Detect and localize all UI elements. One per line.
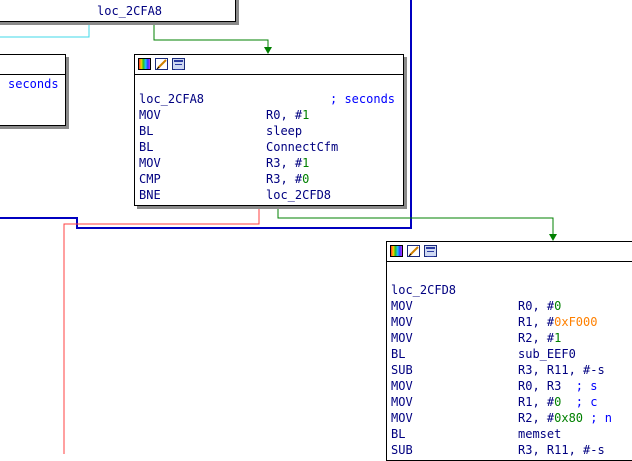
- operands: R3, R11, #-s: [518, 442, 605, 458]
- immediate-value: 0: [554, 299, 562, 313]
- node-header: [0, 55, 65, 75]
- operand-text: memset: [518, 427, 562, 441]
- operands: R1, #0 ; c: [518, 394, 597, 410]
- mnemonic: MOV: [391, 331, 413, 345]
- operand-text: R3, R11, #-s: [518, 363, 605, 377]
- edge-cyan: [0, 23, 90, 38]
- operand-text: R1, #: [518, 315, 555, 329]
- operand-text: R3, #: [266, 156, 303, 170]
- mnemonic: BL: [391, 427, 406, 441]
- mnemonic: MOV: [391, 379, 413, 393]
- node-loc-2cfd8[interactable]: loc_2CFD8 MOV R0, #0 MOV R1, #0xF000 MOV R2, …: [386, 241, 632, 461]
- mnemonic: MOV: [391, 315, 413, 329]
- mnemonic: CMP: [139, 172, 161, 186]
- immediate-value: 1: [554, 331, 562, 345]
- operand-text: R0, #: [266, 108, 303, 122]
- mnemonic: BL: [139, 124, 154, 138]
- edit-icon[interactable]: [407, 245, 420, 257]
- operands: R3, R11, #-s: [518, 362, 605, 378]
- node-loc-2cfa8[interactable]: loc_2CFA8 ; seconds MOV R0, #1 BL sleep BL Co…: [134, 54, 404, 206]
- palette-icon[interactable]: [138, 58, 151, 70]
- operands: sub_EEF0: [518, 346, 576, 362]
- operands: R2, #1: [518, 330, 561, 346]
- graph-icon[interactable]: [424, 245, 437, 257]
- node-left-partial[interactable]: seconds: [0, 54, 66, 126]
- arrow-2cfd8: [549, 234, 557, 241]
- arrow-2cfa8: [264, 47, 272, 54]
- immediate-value: 1: [302, 156, 310, 170]
- operand-comment: ; c: [561, 395, 598, 409]
- operand-text: R3, R11, #-s: [518, 443, 605, 457]
- mnemonic: BNE: [139, 188, 161, 202]
- operands: R0, #1: [266, 107, 309, 123]
- immediate-value: 0: [302, 172, 310, 186]
- operands: ConnectCfm: [266, 139, 338, 155]
- operand-text: loc_2CFD8: [266, 188, 332, 202]
- operands: R0, #0: [518, 298, 561, 314]
- operands: R2, #0x80 ; n: [518, 410, 612, 426]
- operand-comment: ; n: [583, 411, 612, 425]
- node-label: loc_2CFA8: [139, 92, 205, 106]
- operand-text: sleep: [266, 124, 303, 138]
- label-comment: ; seconds: [330, 92, 396, 106]
- operands: R3, #0: [266, 171, 309, 187]
- node-top-partial[interactable]: loc_2CFA8: [0, 0, 236, 22]
- operand-text: R2, #: [518, 331, 555, 345]
- palette-icon[interactable]: [390, 245, 403, 257]
- operand-text: R0, R3: [518, 379, 562, 393]
- immediate-value: 0x80: [554, 411, 584, 425]
- mnemonic: MOV: [139, 156, 161, 170]
- node-label: loc_2CFA8: [97, 4, 163, 18]
- mnemonic: BL: [139, 140, 154, 154]
- operand-text: sub_EEF0: [518, 347, 576, 361]
- operands: R0, R3 ; s: [518, 378, 597, 394]
- mnemonic: MOV: [391, 395, 413, 409]
- operand-comment: ; s: [561, 379, 598, 393]
- operands: loc_2CFD8: [266, 187, 331, 203]
- operands: R3, #1: [266, 155, 309, 171]
- operand-text: ConnectCfm: [266, 140, 339, 154]
- mnemonic: BL: [391, 347, 406, 361]
- hex-immediate: 0xF000: [554, 315, 598, 329]
- node-label: loc_2CFD8: [391, 283, 457, 297]
- operands: memset: [518, 426, 561, 442]
- operand-text: R1, #: [518, 395, 555, 409]
- mnemonic: MOV: [139, 108, 161, 122]
- mnemonic: SUB: [391, 363, 413, 377]
- mnemonic: MOV: [391, 299, 413, 313]
- mnemonic: MOV: [391, 411, 413, 425]
- edge-green-to-2cfd8: [277, 204, 554, 235]
- operand-text: R0, #: [518, 299, 555, 313]
- mnemonic: SUB: [391, 443, 413, 457]
- edge-red: [63, 204, 260, 454]
- graph-icon[interactable]: [172, 58, 185, 70]
- immediate-value: 1: [302, 108, 310, 122]
- edge-green-to-2cfa8: [153, 23, 269, 48]
- comment-seconds: seconds: [8, 77, 59, 91]
- node-header: [387, 242, 632, 262]
- operands: R1, #0xF000: [518, 314, 597, 330]
- operand-text: R2, #: [518, 411, 555, 425]
- operands: sleep: [266, 123, 302, 139]
- edit-icon[interactable]: [155, 58, 168, 70]
- operand-text: R3, #: [266, 172, 303, 186]
- node-header: [135, 55, 403, 75]
